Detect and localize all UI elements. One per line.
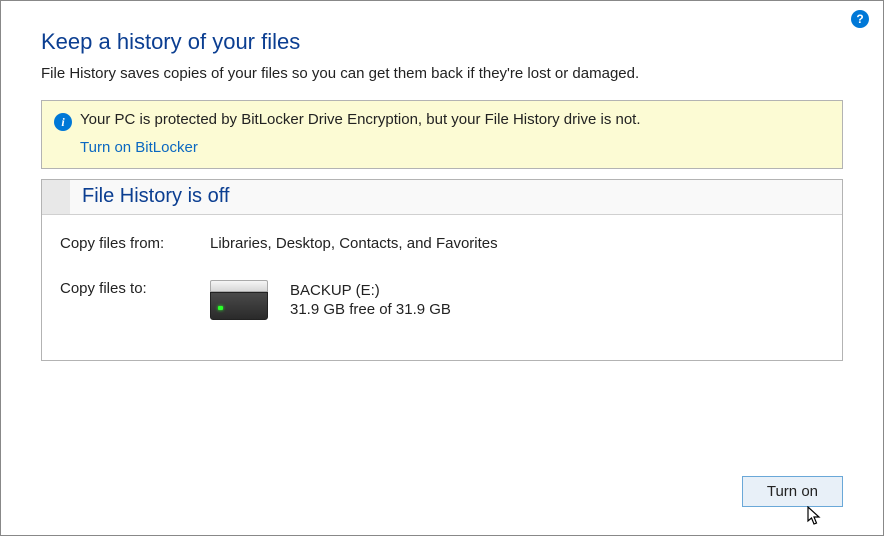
drive-name: BACKUP (E:): [290, 282, 451, 299]
file-history-status-panel: File History is off Copy files from: Lib…: [41, 179, 843, 361]
bitlocker-warning-text: Your PC is protected by BitLocker Drive …: [80, 111, 641, 128]
bitlocker-warning-panel: i Your PC is protected by BitLocker Driv…: [41, 100, 843, 169]
copy-from-label: Copy files from:: [60, 235, 210, 252]
copy-from-value: Libraries, Desktop, Contacts, and Favori…: [210, 235, 498, 252]
status-title: File History is off: [82, 185, 834, 208]
status-header: File History is off: [42, 180, 842, 215]
hard-drive-icon: [210, 280, 268, 320]
info-icon: i: [54, 113, 72, 131]
turn-on-bitlocker-link[interactable]: Turn on BitLocker: [80, 139, 198, 156]
page-title: Keep a history of your files: [41, 29, 843, 55]
cursor-icon: [807, 506, 825, 528]
turn-on-button[interactable]: Turn on: [742, 476, 843, 507]
drive-space: 31.9 GB free of 31.9 GB: [290, 301, 451, 318]
copy-to-label: Copy files to:: [60, 280, 210, 297]
help-icon[interactable]: ?: [851, 10, 869, 28]
page-subtitle: File History saves copies of your files …: [41, 65, 843, 82]
